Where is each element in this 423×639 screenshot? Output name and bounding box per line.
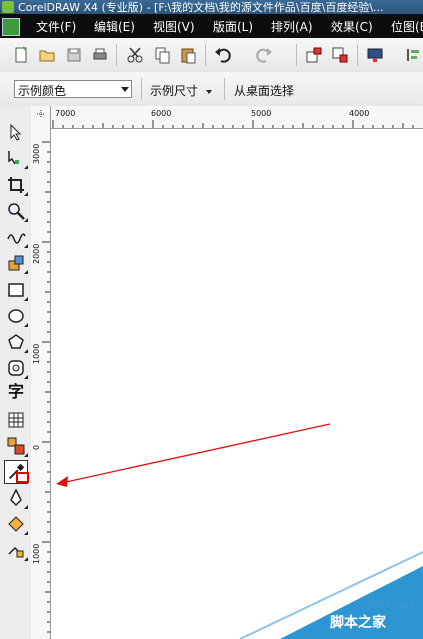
sample-size-label: 示例尺寸 bbox=[150, 84, 199, 98]
ruler-label: 6000 bbox=[151, 109, 172, 118]
ruler-label: 4000 bbox=[349, 109, 370, 118]
select-from-desktop-button[interactable]: 从桌面选择 bbox=[234, 82, 294, 99]
paste-icon[interactable] bbox=[179, 46, 197, 64]
fill-tool-icon[interactable] bbox=[6, 514, 28, 535]
dropdown-arrow-icon bbox=[206, 89, 213, 94]
watermark-name: 脚本之家 bbox=[330, 615, 386, 631]
menu-arrange[interactable]: 排列(A) bbox=[271, 18, 313, 35]
outline-tool-icon[interactable] bbox=[6, 488, 28, 509]
toolbar-separator bbox=[296, 44, 297, 66]
ruler-label: 0 bbox=[32, 444, 41, 450]
document-menu-icon[interactable] bbox=[2, 18, 20, 36]
cut-icon[interactable] bbox=[126, 46, 144, 64]
property-bar: 示例颜色 示例尺寸 从桌面选择 bbox=[0, 72, 423, 107]
export-icon[interactable] bbox=[331, 46, 349, 64]
ruler-label: 1000 bbox=[32, 543, 41, 564]
drawing-canvas[interactable] bbox=[51, 129, 423, 639]
ellipse-tool-icon[interactable] bbox=[6, 306, 28, 327]
freehand-tool-icon[interactable] bbox=[6, 227, 28, 248]
menu-bitmaps[interactable]: 位图(B) bbox=[391, 18, 423, 35]
ruler-label: 1000 bbox=[32, 343, 41, 364]
redo-icon[interactable] bbox=[255, 46, 273, 64]
flyout-highlight-box bbox=[16, 472, 29, 483]
toolbar-separator bbox=[205, 44, 206, 66]
menu-view[interactable]: 视图(V) bbox=[153, 18, 195, 35]
polygon-tool-icon[interactable] bbox=[6, 332, 28, 353]
watermark-site: jb51.net bbox=[368, 598, 414, 611]
interactive-fill-tool-icon[interactable] bbox=[6, 540, 28, 561]
window-title: CorelDRAW X4 (专业版) - [F:\我的文档\我的源文件作品\百度… bbox=[18, 1, 384, 14]
table-tool-icon[interactable] bbox=[6, 410, 26, 430]
toolbar-separator bbox=[116, 44, 117, 66]
title-bar: CorelDRAW X4 (专业版) - [F:\我的文档\我的源文件作品\百度… bbox=[0, 0, 423, 14]
horizontal-ruler[interactable]: 7000 6000 5000 4000 bbox=[31, 106, 423, 129]
ruler-label: 2000 bbox=[32, 243, 41, 264]
smart-fill-tool-icon[interactable] bbox=[6, 253, 28, 274]
toolbox: 字 bbox=[0, 106, 32, 639]
menu-file[interactable]: 文件(F) bbox=[36, 18, 76, 35]
zoom-tool-icon[interactable] bbox=[6, 201, 28, 222]
menu-bar: 文件(F) 编辑(E) 视图(V) 版面(L) 排列(A) 效果(C) 位图(B… bbox=[0, 14, 423, 38]
crop-tool-icon[interactable] bbox=[6, 175, 28, 196]
ruler-origin-corner[interactable] bbox=[31, 106, 51, 129]
toolbar-separator bbox=[141, 78, 142, 100]
align-icon[interactable] bbox=[405, 46, 423, 64]
interactive-blend-tool-icon[interactable] bbox=[6, 436, 28, 457]
color-sample-value: 示例颜色 bbox=[18, 84, 67, 98]
open-icon[interactable] bbox=[38, 46, 56, 64]
undo-icon[interactable] bbox=[214, 46, 232, 64]
menu-layout[interactable]: 版面(L) bbox=[213, 18, 253, 35]
sample-size-dropdown[interactable]: 示例尺寸 bbox=[150, 82, 213, 99]
color-sample-select[interactable]: 示例颜色 bbox=[14, 80, 132, 98]
standard-toolbar bbox=[0, 38, 423, 73]
toolbar-separator bbox=[357, 44, 358, 66]
text-tool-icon[interactable]: 字 bbox=[6, 382, 26, 402]
menu-effects[interactable]: 效果(C) bbox=[331, 18, 373, 35]
ruler-label: 3000 bbox=[32, 143, 41, 164]
print-icon[interactable] bbox=[91, 46, 109, 64]
copy-icon[interactable] bbox=[153, 46, 171, 64]
dropdown-arrow-icon bbox=[121, 87, 129, 92]
save-icon[interactable] bbox=[65, 46, 83, 64]
toolbar-separator bbox=[224, 78, 225, 100]
basic-shapes-tool-icon[interactable] bbox=[6, 358, 28, 379]
rectangle-tool-icon[interactable] bbox=[6, 280, 28, 301]
application-launcher-icon[interactable] bbox=[366, 46, 384, 64]
app-icon bbox=[2, 1, 14, 13]
shape-tool-icon[interactable] bbox=[6, 148, 28, 169]
vertical-ruler[interactable]: 3000 2000 1000 0 1000 bbox=[31, 128, 51, 639]
ruler-label: 5000 bbox=[251, 109, 272, 118]
pick-tool-icon[interactable] bbox=[6, 122, 26, 142]
new-icon[interactable] bbox=[12, 46, 30, 64]
menu-edit[interactable]: 编辑(E) bbox=[94, 18, 135, 35]
import-icon[interactable] bbox=[305, 46, 323, 64]
ruler-label: 7000 bbox=[55, 109, 76, 118]
